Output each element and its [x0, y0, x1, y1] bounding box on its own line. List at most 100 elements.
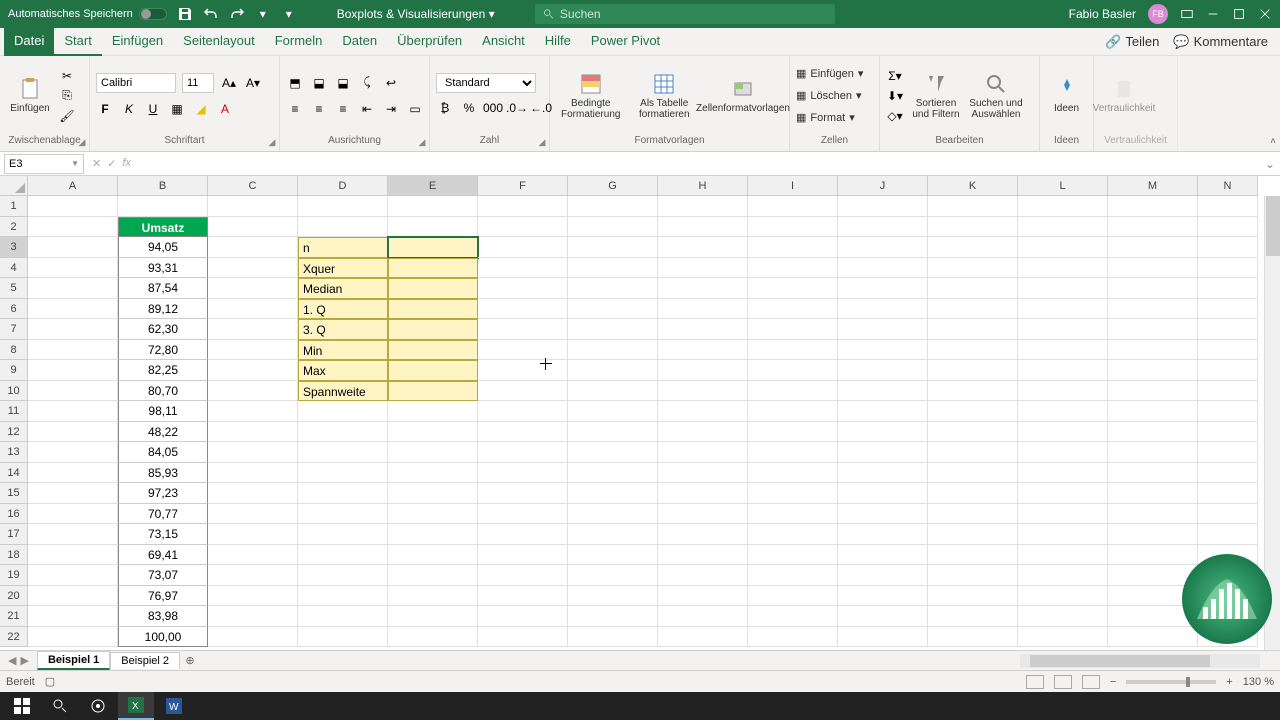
cell[interactable]	[658, 196, 748, 217]
cell[interactable]	[28, 504, 118, 525]
cell[interactable]: 82,25	[118, 360, 208, 381]
cell[interactable]: 73,07	[118, 565, 208, 586]
cell[interactable]	[1018, 196, 1108, 217]
share-button[interactable]: 🔗Teilen	[1105, 34, 1159, 50]
cell[interactable]	[298, 442, 388, 463]
cell[interactable]	[838, 258, 928, 279]
cell[interactable]	[388, 278, 478, 299]
cell[interactable]: 100,00	[118, 627, 208, 648]
align-left-icon[interactable]: ≡	[286, 100, 304, 118]
font-name-select[interactable]	[96, 73, 176, 93]
align-bottom-icon[interactable]: ⬓	[334, 74, 352, 92]
cell[interactable]	[1108, 299, 1198, 320]
cell[interactable]	[478, 340, 568, 361]
column-header[interactable]: B	[118, 176, 208, 196]
cell[interactable]	[28, 545, 118, 566]
cell[interactable]	[1018, 606, 1108, 627]
cell[interactable]	[928, 258, 1018, 279]
cell[interactable]	[208, 565, 298, 586]
cell[interactable]	[928, 565, 1018, 586]
cell[interactable]	[388, 545, 478, 566]
enter-formula-icon[interactable]: ✓	[107, 157, 116, 170]
cell[interactable]	[388, 340, 478, 361]
tab-hilfe[interactable]: Hilfe	[535, 28, 581, 56]
cell[interactable]	[28, 422, 118, 443]
row-header[interactable]: 18	[0, 545, 28, 566]
cell[interactable]	[28, 524, 118, 545]
column-header[interactable]: M	[1108, 176, 1198, 196]
cell[interactable]	[838, 524, 928, 545]
cell[interactable]	[208, 606, 298, 627]
cell[interactable]	[1108, 237, 1198, 258]
cell[interactable]	[208, 442, 298, 463]
tab-daten[interactable]: Daten	[332, 28, 387, 56]
cell[interactable]	[1018, 586, 1108, 607]
cell[interactable]	[928, 463, 1018, 484]
cut-icon[interactable]: ✂	[58, 67, 76, 85]
cell[interactable]	[478, 627, 568, 648]
cell[interactable]	[568, 442, 658, 463]
cell[interactable]	[1018, 258, 1108, 279]
cell[interactable]	[838, 627, 928, 648]
column-header[interactable]: D	[298, 176, 388, 196]
cell[interactable]	[28, 299, 118, 320]
cell[interactable]	[1018, 381, 1108, 402]
delete-cells-button[interactable]: ▦Löschen ▾	[796, 86, 863, 106]
cell[interactable]	[568, 237, 658, 258]
bold-button[interactable]: F	[96, 100, 114, 118]
add-sheet-button[interactable]: ⊕	[180, 654, 200, 667]
tab-ansicht[interactable]: Ansicht	[472, 28, 535, 56]
cell[interactable]	[478, 299, 568, 320]
cell[interactable]: 98,11	[118, 401, 208, 422]
decrease-font-icon[interactable]: A▾	[244, 74, 262, 92]
cell[interactable]	[928, 627, 1018, 648]
cell[interactable]	[388, 299, 478, 320]
cell[interactable]	[388, 483, 478, 504]
cell[interactable]	[1108, 217, 1198, 238]
cell[interactable]	[1108, 545, 1198, 566]
align-right-icon[interactable]: ≡	[334, 100, 352, 118]
cell[interactable]	[658, 237, 748, 258]
cell[interactable]	[478, 217, 568, 238]
chevron-down-icon[interactable]: ▼	[71, 159, 79, 168]
excel-taskbar-icon[interactable]: X	[118, 692, 154, 720]
cell[interactable]	[568, 360, 658, 381]
minimize-icon[interactable]	[1206, 7, 1220, 21]
row-header[interactable]: 21	[0, 606, 28, 627]
row-header[interactable]: 4	[0, 258, 28, 279]
column-header[interactable]: L	[1018, 176, 1108, 196]
cell[interactable]	[1198, 237, 1258, 258]
cell[interactable]	[1018, 463, 1108, 484]
italic-button[interactable]: K	[120, 100, 138, 118]
dialog-launcher-icon[interactable]: ◢	[267, 137, 277, 147]
cell[interactable]: 93,31	[118, 258, 208, 279]
tab-formeln[interactable]: Formeln	[265, 28, 333, 56]
cell[interactable]	[298, 627, 388, 648]
percent-icon[interactable]: %	[460, 99, 478, 117]
column-header[interactable]: J	[838, 176, 928, 196]
orientation-icon[interactable]: ⤹	[358, 74, 376, 92]
cell[interactable]	[28, 360, 118, 381]
cell[interactable]	[1198, 524, 1258, 545]
cell[interactable]	[298, 217, 388, 238]
cell[interactable]	[568, 463, 658, 484]
cell[interactable]	[838, 299, 928, 320]
cell[interactable]	[388, 196, 478, 217]
cell[interactable]	[658, 381, 748, 402]
column-header[interactable]: N	[1198, 176, 1258, 196]
row-header[interactable]: 12	[0, 422, 28, 443]
cell[interactable]	[1198, 463, 1258, 484]
cell[interactable]	[838, 422, 928, 443]
cell[interactable]	[298, 463, 388, 484]
row-header[interactable]: 6	[0, 299, 28, 320]
column-header[interactable]: K	[928, 176, 1018, 196]
cell[interactable]	[1018, 401, 1108, 422]
cell[interactable]	[1198, 442, 1258, 463]
ideas-button[interactable]: Ideen	[1046, 63, 1087, 129]
row-header[interactable]: 13	[0, 442, 28, 463]
cell[interactable]	[118, 196, 208, 217]
cell[interactable]	[478, 401, 568, 422]
cell[interactable]	[928, 483, 1018, 504]
start-button[interactable]	[4, 692, 40, 720]
align-center-icon[interactable]: ≡	[310, 100, 328, 118]
